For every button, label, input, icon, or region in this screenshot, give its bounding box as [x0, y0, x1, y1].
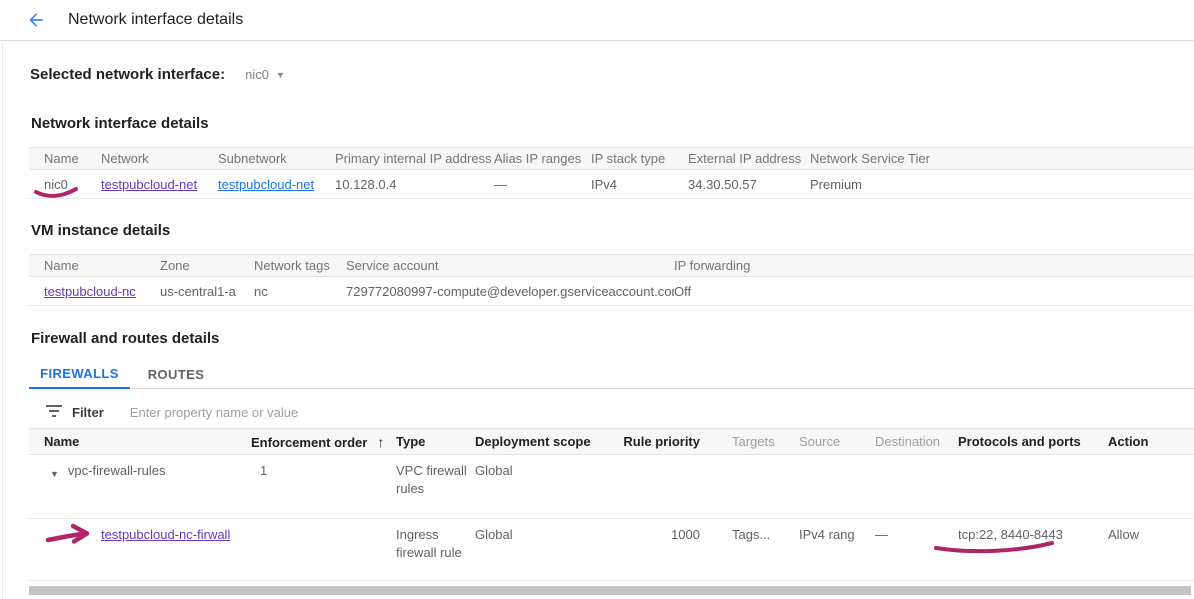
vm-table-row: testpubcloud-nc us-central1-a nc 7297720…: [29, 277, 1194, 306]
col-network: Network: [101, 151, 218, 166]
filter-input[interactable]: [130, 405, 550, 420]
vm-name-link[interactable]: testpubcloud-nc: [44, 284, 136, 299]
panel-edge-divider: [2, 42, 3, 599]
col-action[interactable]: Action: [1108, 434, 1194, 449]
col-rule-priority[interactable]: Rule priority: [620, 434, 704, 449]
col-stack-type: IP stack type: [591, 151, 688, 166]
col-service-tier: Network Service Tier: [810, 151, 1194, 166]
firewall-group-row: ▼ vpc-firewall-rules 1 VPC firewall rule…: [29, 455, 1194, 519]
col-external-ip: External IP address: [688, 151, 810, 166]
rule-type: Ingress firewall rule: [396, 526, 475, 562]
firewall-section-heading: Firewall and routes details: [31, 330, 219, 347]
network-link[interactable]: testpubcloud-net: [101, 177, 197, 192]
firewall-routes-tabbar: FIREWALLS ROUTES: [29, 360, 1194, 389]
col-network-tags: Network tags: [254, 258, 346, 273]
col-name: Name: [44, 151, 101, 166]
subnetwork-link[interactable]: testpubcloud-net: [218, 177, 314, 192]
network-interface-details-page: Network interface details Selected netwo…: [0, 0, 1194, 599]
back-arrow-icon[interactable]: [26, 10, 46, 30]
nic-table-row: nic0 testpubcloud-net testpubcloud-net 1…: [29, 170, 1194, 199]
rule-targets[interactable]: Tags...: [732, 526, 799, 544]
horizontal-scrollbar[interactable]: [29, 586, 1191, 595]
firewall-rule-link[interactable]: testpubcloud-nc-firwall: [101, 527, 230, 542]
vm-table: Name Zone Network tags Service account I…: [29, 254, 1194, 306]
network-service-tier: Premium: [810, 177, 1194, 192]
deployment-scope: Global: [475, 526, 620, 544]
top-bar: Network interface details: [0, 0, 1194, 41]
nic-table-header: Name Network Subnetwork Primary internal…: [29, 147, 1194, 170]
rule-protocols-ports: tcp:22, 8440-8443: [958, 526, 1108, 544]
primary-internal-ip: 10.128.0.4: [335, 177, 494, 192]
vm-zone: us-central1-a: [160, 284, 254, 299]
interface-selector-value[interactable]: nic0: [245, 67, 269, 82]
tab-routes[interactable]: ROUTES: [130, 360, 222, 389]
tab-firewalls[interactable]: FIREWALLS: [29, 360, 130, 389]
vm-ip-forwarding: Off: [674, 284, 1194, 299]
vm-table-header: Name Zone Network tags Service account I…: [29, 254, 1194, 277]
col-ip-forwarding: IP forwarding: [674, 258, 1194, 273]
col-source[interactable]: Source: [799, 434, 875, 449]
col-primary-ip: Primary internal IP address: [335, 151, 494, 166]
page-title: Network interface details: [68, 11, 243, 29]
external-ip: 34.30.50.57: [688, 177, 810, 192]
col-deployment-scope[interactable]: Deployment scope: [475, 434, 620, 449]
filter-bar: Filter: [46, 399, 550, 425]
rule-source[interactable]: IPv4 rang: [799, 526, 875, 544]
rule-priority-value: 1000: [620, 526, 704, 544]
col-name[interactable]: Name: [44, 434, 251, 449]
col-zone: Zone: [160, 258, 254, 273]
alias-ip-ranges: —: [494, 177, 591, 192]
col-destination[interactable]: Destination: [875, 434, 958, 449]
col-targets[interactable]: Targets: [732, 434, 799, 449]
sort-ascending-icon: ↑: [377, 434, 384, 450]
filter-funnel-icon: [46, 405, 62, 419]
nic-table: Name Network Subnetwork Primary internal…: [29, 147, 1194, 199]
col-alias-ranges: Alias IP ranges: [494, 151, 591, 166]
col-name: Name: [44, 258, 160, 273]
nic-name: nic0: [44, 177, 101, 192]
vm-section-heading: VM instance details: [31, 222, 170, 239]
firewall-table-header: Name Enforcement order↑ Type Deployment …: [29, 428, 1194, 455]
rule-action: Allow: [1108, 526, 1194, 544]
deployment-scope: Global: [475, 462, 620, 480]
rule-destination: —: [875, 526, 958, 544]
interface-selector: Selected network interface: nic0 ▼: [30, 66, 285, 83]
enforcement-order-value: 1: [251, 462, 396, 480]
ip-stack-type: IPv4: [591, 177, 688, 192]
col-protocols-ports[interactable]: Protocols and ports: [958, 434, 1108, 449]
col-enforcement-order[interactable]: Enforcement order↑: [251, 434, 396, 450]
interface-selector-label: Selected network interface:: [30, 66, 225, 83]
col-subnetwork: Subnetwork: [218, 151, 335, 166]
firewall-table: Name Enforcement order↑ Type Deployment …: [29, 428, 1194, 581]
filter-label[interactable]: Filter: [72, 405, 104, 420]
col-service-account: Service account: [346, 258, 674, 273]
col-type[interactable]: Type: [396, 434, 475, 449]
nic-section-heading: Network interface details: [31, 115, 209, 132]
vm-network-tags: nc: [254, 284, 346, 299]
firewall-group-name: vpc-firewall-rules: [68, 462, 166, 480]
caret-down-icon[interactable]: ▼: [276, 70, 285, 80]
firewall-rule-row: testpubcloud-nc-firwall Ingress firewall…: [29, 519, 1194, 581]
rule-type: VPC firewall rules: [396, 462, 475, 498]
collapse-triangle-icon[interactable]: ▼: [50, 465, 59, 483]
vm-service-account: 729772080997-compute@developer.gservicea…: [346, 284, 674, 299]
